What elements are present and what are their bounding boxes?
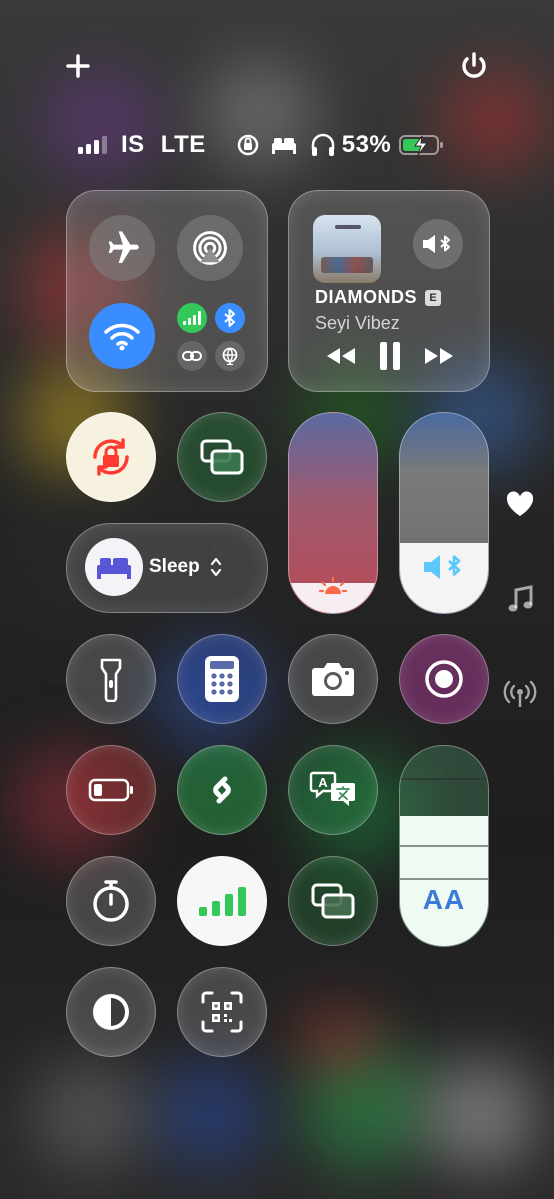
sun-icon [318, 576, 348, 603]
cellular-data-toggle[interactable] [177, 856, 267, 946]
bed-icon-container [85, 538, 143, 596]
pause-icon [380, 342, 400, 370]
antenna-icon [503, 680, 537, 707]
dark-mode-toggle[interactable] [66, 967, 156, 1057]
text-size-label: AA [422, 884, 466, 915]
camera-button[interactable] [288, 634, 378, 724]
carrier-name: IS [121, 131, 145, 158]
orientation-lock-icon [236, 133, 260, 157]
music-note-icon [508, 585, 533, 612]
bluetooth-toggle[interactable] [215, 303, 245, 333]
cellular-icon [183, 311, 201, 325]
brightness-slider[interactable] [288, 412, 378, 614]
bluetooth-speaker-icon [422, 552, 468, 587]
battery-percentage: 53% [341, 131, 392, 158]
cellular-toggle[interactable] [177, 303, 207, 333]
music-page-indicator[interactable] [502, 582, 538, 618]
translate-icon: A [309, 771, 355, 806]
link-icon [182, 351, 202, 361]
stopwatch-icon [93, 880, 129, 922]
wifi-toggle[interactable] [89, 303, 155, 369]
wifi-icon [104, 323, 140, 351]
status-bar: IS LTE 53% [78, 128, 484, 162]
explicit-badge: E [425, 289, 441, 306]
code-scanner-button[interactable] [177, 967, 267, 1057]
low-power-mode-toggle[interactable] [66, 745, 156, 835]
sleep-bed-icon [270, 135, 298, 155]
battery-charging-icon [399, 134, 445, 156]
signal-strength-icon [78, 136, 107, 154]
favorites-page-indicator[interactable] [502, 486, 538, 522]
camera-icon [312, 663, 354, 696]
flashlight-toggle[interactable] [66, 634, 156, 724]
calculator-icon [205, 656, 239, 702]
screen-mirroring-icon [311, 883, 355, 919]
rewind-button[interactable] [325, 346, 357, 366]
pause-button[interactable] [379, 341, 401, 371]
screen-mirroring-icon [200, 439, 244, 475]
screen-mirroring-toggle[interactable] [177, 412, 267, 502]
airplane-mode-toggle[interactable] [89, 215, 155, 281]
audio-output-button[interactable] [413, 219, 463, 269]
airdrop-toggle[interactable] [177, 215, 243, 281]
fast-forward-icon [425, 348, 453, 364]
shazam-icon [213, 776, 231, 804]
airdrop-icon [193, 231, 227, 265]
chevron-up-down-icon [210, 556, 222, 583]
heart-icon [506, 491, 534, 516]
add-control-button[interactable] [60, 48, 96, 84]
screen-record-icon [425, 660, 463, 698]
network-type: LTE [160, 131, 206, 158]
text-size-level [400, 816, 488, 946]
battery-icon [88, 778, 133, 802]
focus-label: Sleep [149, 556, 200, 577]
flashlight-icon [100, 658, 122, 702]
qr-code-icon [201, 991, 243, 1033]
focus-sleep-button[interactable]: Sleep [66, 523, 268, 613]
track-title: DIAMONDS [315, 287, 417, 307]
bluetooth-speaker-icon [423, 235, 450, 253]
headphones-icon [310, 133, 336, 157]
bed-icon [97, 558, 131, 579]
orientation-lock-icon [93, 438, 129, 476]
now-playing-panel[interactable]: DIAMONDS E Seyi Vibez [288, 190, 490, 392]
fast-forward-button[interactable] [423, 346, 455, 366]
bluetooth-icon [224, 309, 235, 327]
track-artist: Seyi Vibez [315, 313, 400, 333]
vpn-toggle[interactable] [215, 341, 245, 371]
album-artwork [313, 215, 381, 283]
connectivity-panel [66, 190, 268, 392]
plus-icon [66, 54, 90, 78]
globe-icon [222, 347, 238, 365]
text-size-slider[interactable]: AA [399, 745, 489, 947]
screen-mirroring-2-toggle[interactable] [288, 856, 378, 946]
orientation-lock-toggle[interactable] [66, 412, 156, 502]
cellular-icon [199, 887, 246, 916]
power-button[interactable] [456, 48, 492, 84]
calculator-button[interactable] [177, 634, 267, 724]
rewind-icon [327, 348, 355, 364]
airplane-icon [108, 231, 139, 263]
dark-mode-icon [93, 994, 129, 1030]
power-icon [462, 52, 486, 78]
shazam-button[interactable] [177, 745, 267, 835]
connectivity-page-indicator[interactable] [502, 676, 538, 712]
screen-recording-toggle[interactable] [399, 634, 489, 724]
personal-hotspot-toggle[interactable] [177, 341, 207, 371]
volume-slider[interactable] [399, 412, 489, 614]
translate-button[interactable]: A [288, 745, 378, 835]
svg-text:A: A [318, 775, 328, 790]
stopwatch-button[interactable] [66, 856, 156, 946]
